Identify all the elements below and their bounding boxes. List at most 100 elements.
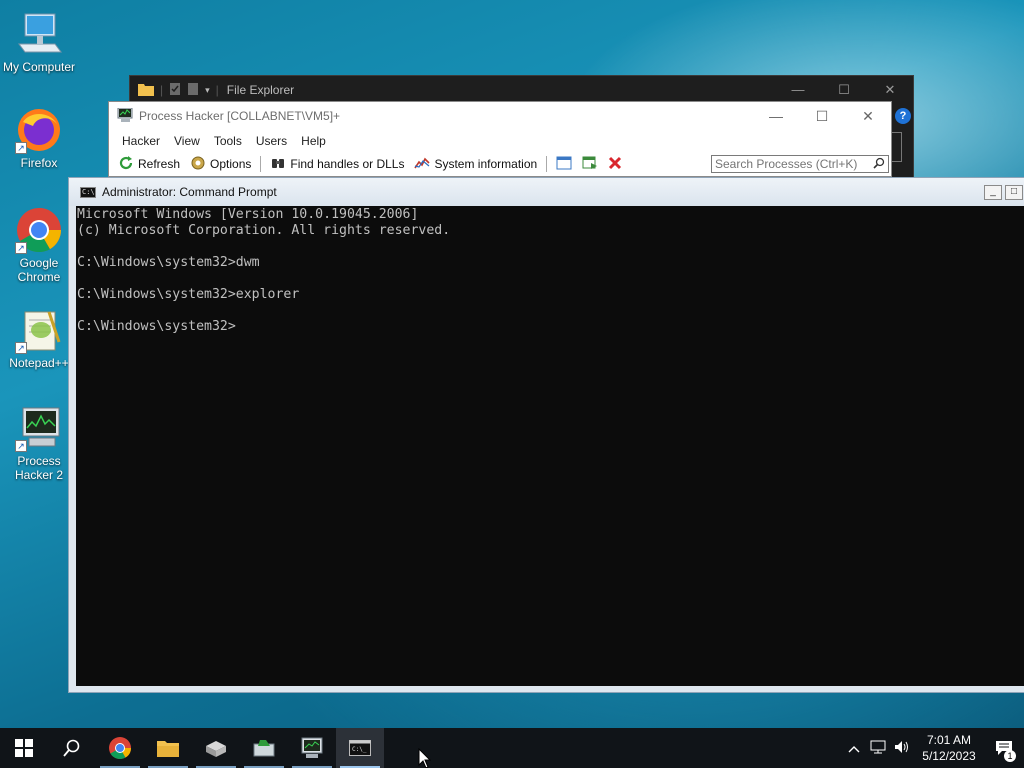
close-button[interactable]: ✕ [867,82,913,98]
new-folder-icon[interactable] [187,82,199,99]
system-information-label: System information [434,157,538,171]
shortcut-arrow-icon: ↗ [15,142,27,154]
clock-time: 7:01 AM [926,733,972,747]
file-explorer-search-edge [892,132,902,162]
server-manager-icon [206,741,226,757]
separator: | [215,83,219,97]
taskbar-chrome[interactable] [96,728,144,768]
process-hacker-app-icon [117,107,133,125]
desktop-icon-process-hacker[interactable]: ↗ Process Hacker 2 [1,404,77,482]
clock[interactable]: 7:01 AM 5/12/2023 [914,732,984,764]
show-window-button[interactable] [551,153,577,175]
desktop-icon-label: Notepad++ [9,356,69,370]
notepadpp-icon: ↗ [15,306,63,354]
volume-icon[interactable] [890,740,914,757]
taskbar-command-prompt[interactable]: C:\_ [336,728,384,768]
desktop-icon-firefox[interactable]: ↗ Firefox [1,106,77,170]
taskbar-app-green[interactable] [240,728,288,768]
binoculars-icon [270,155,286,174]
separator: | [160,83,164,97]
options-label: Options [210,157,252,171]
console-prompt-line[interactable]: C:\Windows\system32> [77,319,1024,335]
process-hacker-icon: ↗ [15,404,63,452]
quick-access-toolbar: | ▾ | [130,82,219,99]
console-line: Microsoft Windows [Version 10.0.19045.20… [77,207,419,222]
desktop-icon-google-chrome[interactable]: ↗ Google Chrome [1,206,77,284]
computer-icon [15,10,63,58]
minimize-button[interactable]: — [775,82,821,98]
console-line: C:\Windows\system32>dwm [77,255,260,270]
close-button[interactable]: ✕ [845,108,891,125]
taskbar-app-grey[interactable] [192,728,240,768]
notification-count-badge: 1 [1004,750,1016,762]
mouse-cursor-icon [418,748,432,768]
action-center-button[interactable]: 1 [984,740,1024,762]
search-processes-input[interactable] [715,157,870,171]
windows-logo-icon [15,739,33,757]
menu-view[interactable]: View [167,134,207,148]
process-hacker-titlebar[interactable]: Process Hacker [COLLABNET\VM5]+ — ☐ ✕ [109,102,891,130]
taskbar-file-explorer[interactable] [144,728,192,768]
graph-icon [414,155,431,174]
help-icon[interactable]: ? [895,108,911,124]
toolbar: Refresh Options Find handles or DLLs Sys… [109,152,891,176]
customize-toolbar-icon[interactable]: ▾ [205,85,210,96]
cmd-icon: C:\ [80,186,96,198]
clock-date: 5/12/2023 [922,749,976,763]
file-explorer-titlebar[interactable]: | ▾ | File Explorer — ☐ ✕ [130,76,913,104]
menu-hacker[interactable]: Hacker [115,134,167,148]
cmd-icon: C:\_ [349,740,371,756]
desktop-icon-label: My Computer [2,60,76,74]
minimize-button[interactable]: — [753,108,799,125]
shortcut-arrow-icon: ↗ [15,342,27,354]
system-information-button[interactable]: System information [409,153,542,175]
taskbar-process-hacker[interactable] [288,728,336,768]
command-prompt-titlebar[interactable]: C:\ Administrator: Command Prompt _ □ [69,178,1024,206]
console-output[interactable]: Microsoft Windows [Version 10.0.19045.20… [76,206,1024,686]
menu-bar: Hacker View Tools Users Help [109,130,891,152]
menu-tools[interactable]: Tools [207,134,249,148]
desktop-icon-label: Google Chrome [17,256,61,284]
find-window-icon [582,156,598,173]
menu-users[interactable]: Users [249,134,294,148]
process-hacker-window[interactable]: Process Hacker [COLLABNET\VM5]+ — ☐ ✕ Ha… [108,101,892,177]
command-prompt-window[interactable]: C:\ Administrator: Command Prompt _ □ Mi… [68,177,1024,693]
maximize-button[interactable]: ☐ [821,82,867,98]
refresh-button[interactable]: Refresh [113,153,185,175]
window-title: Process Hacker [COLLABNET\VM5]+ [139,109,341,123]
find-handles-button[interactable]: Find handles or DLLs [265,153,409,175]
maximize-button[interactable]: ☐ [799,108,845,125]
desktop-icon-notepadpp[interactable]: ↗ Notepad++ [1,306,77,370]
search-button[interactable] [48,728,96,768]
search-icon[interactable] [870,157,888,172]
folder-icon[interactable] [138,82,154,99]
desktop-icon-my-computer[interactable]: My Computer [1,10,77,74]
refresh-label: Refresh [138,157,181,171]
taskbar: C:\_ 7:01 AM 5/12/2023 1 [0,728,1024,768]
options-button[interactable]: Options [185,153,256,175]
process-hacker-icon [301,737,323,758]
gear-icon [190,155,206,174]
folder-icon [157,741,179,757]
minimize-button[interactable]: _ [984,184,1002,200]
find-window-button[interactable] [577,153,603,175]
window-icon [556,156,572,173]
start-button[interactable] [0,728,48,768]
terminate-button[interactable] [603,153,627,175]
chrome-icon: ↗ [15,206,63,254]
find-handles-label: Find handles or DLLs [290,157,405,171]
maximize-button[interactable]: □ [1005,184,1023,200]
console-line: C:\Windows\system32>explorer [77,287,300,302]
search-processes-box[interactable] [711,155,889,173]
menu-help[interactable]: Help [294,134,333,148]
chevron-up-icon[interactable] [842,741,866,756]
properties-icon[interactable] [169,82,181,99]
desktop-icon-label: Process Hacker 2 [14,454,64,482]
system-tray: 7:01 AM 5/12/2023 1 [842,728,1024,768]
firefox-icon: ↗ [15,106,63,154]
toolbar-separator [260,156,262,172]
network-icon[interactable] [866,740,890,757]
window-title: File Explorer [226,83,295,97]
chrome-icon [109,737,132,760]
